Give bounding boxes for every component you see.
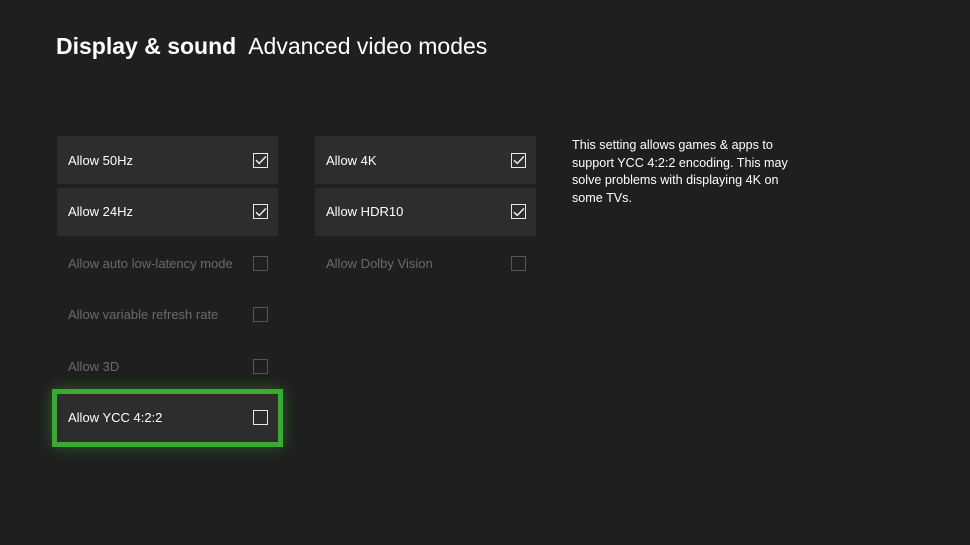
setting-description: This setting allows games & apps to supp… xyxy=(572,138,788,205)
empty-checkbox-icon[interactable] xyxy=(253,358,268,374)
option-label: Allow 4K xyxy=(326,152,377,168)
checkmark-icon[interactable] xyxy=(253,204,268,219)
checkmark-icon xyxy=(254,207,267,216)
empty-checkbox-icon[interactable] xyxy=(253,255,268,271)
option-label: Allow 3D xyxy=(68,358,120,374)
option-allow-hdr10[interactable]: Allow HDR10 xyxy=(315,187,536,236)
option-allow-24hz[interactable]: Allow 24Hz xyxy=(57,187,278,236)
advanced-video-modes-page: Display & sound Advanced video modes All… xyxy=(0,0,970,545)
option-label: Allow Dolby Vision xyxy=(326,255,433,271)
checkmark-icon xyxy=(254,155,267,165)
left-options-column: Allow 50Hz Allow 24Hz Allow auto low-lat… xyxy=(52,136,283,447)
checkmark-icon xyxy=(512,155,525,165)
section-title: Display & sound xyxy=(56,33,237,59)
option-allow-50hz[interactable]: Allow 50Hz xyxy=(57,136,278,184)
page-title: Advanced video modes xyxy=(248,33,488,59)
option-allow-ycc-422[interactable]: Allow YCC 4:2:2 xyxy=(52,388,283,447)
right-options-column: Allow 4K Allow HDR10 Allow Dolby Vision xyxy=(315,136,536,291)
empty-checkbox-icon[interactable] xyxy=(511,255,526,271)
option-label: Allow 24Hz xyxy=(68,204,134,219)
checkmark-icon[interactable] xyxy=(253,152,268,168)
checkmark-icon[interactable] xyxy=(511,152,526,168)
option-allow-3d[interactable]: Allow 3D xyxy=(57,342,278,390)
empty-checkbox-icon[interactable] xyxy=(253,307,268,322)
option-label: Allow 50Hz xyxy=(68,152,134,168)
option-allow-variable-refresh-rate[interactable]: Allow variable refresh rate xyxy=(57,291,278,339)
page-header: Display & sound Advanced video modes xyxy=(56,33,487,60)
option-label: Allow variable refresh rate xyxy=(68,307,219,322)
checkmark-icon[interactable] xyxy=(511,204,526,219)
empty-checkbox-icon[interactable] xyxy=(253,410,268,425)
checkmark-icon xyxy=(512,207,525,216)
option-allow-auto-low-latency[interactable]: Allow auto low-latency mode xyxy=(57,239,278,287)
option-allow-dolby-vision[interactable]: Allow Dolby Vision xyxy=(315,239,536,287)
option-label: Allow YCC 4:2:2 xyxy=(68,410,163,425)
option-label: Allow HDR10 xyxy=(326,204,404,219)
option-allow-4k[interactable]: Allow 4K xyxy=(315,136,536,184)
option-label: Allow auto low-latency mode xyxy=(68,255,233,271)
